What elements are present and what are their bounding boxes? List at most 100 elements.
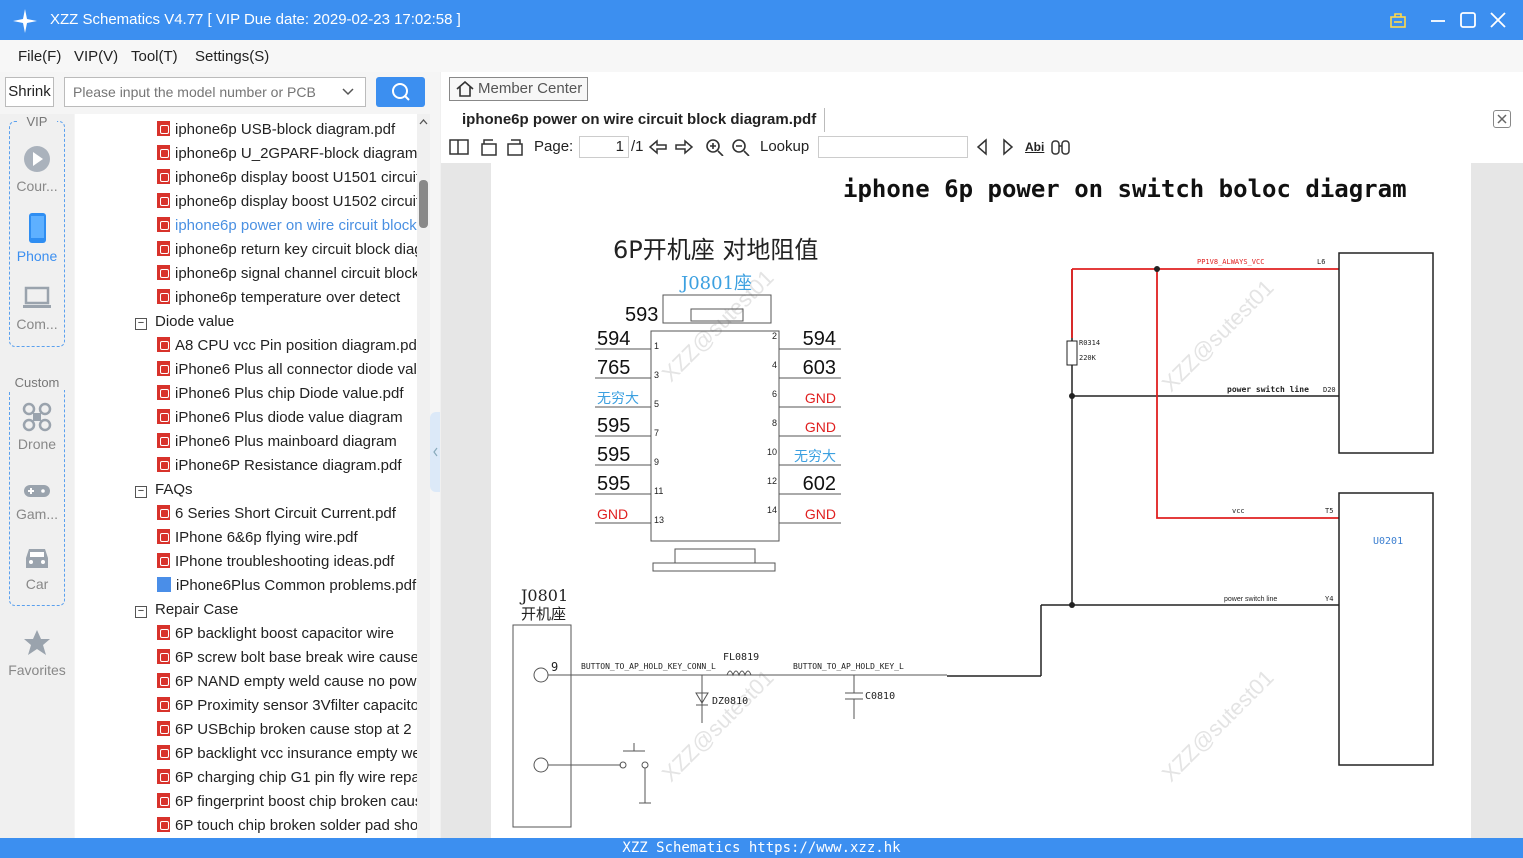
tree-file[interactable]: 6 Series Short Circuit Current.pdf	[157, 502, 417, 526]
window-title: XZZ Schematics V4.77 [ VIP Due date: 202…	[50, 11, 461, 28]
collapse-folder-icon[interactable]: −	[135, 318, 147, 330]
tree-folder[interactable]: − Diode value	[135, 310, 417, 334]
nav-phone[interactable]: Phone	[0, 212, 74, 264]
search-input[interactable]	[73, 84, 333, 100]
search-button[interactable]	[376, 77, 425, 107]
u0201-label: U0201	[1373, 536, 1403, 547]
nav-car[interactable]: Car	[0, 544, 74, 592]
nav-drone[interactable]: Drone	[0, 402, 74, 452]
find-next-icon[interactable]	[1000, 138, 1016, 156]
prev-page-icon[interactable]	[648, 138, 668, 156]
left-pin-number: 7	[654, 428, 659, 438]
right-pin-values: 594 2 603 4 GND 6 GND 8 无穷大 10 602 12 GND 14	[767, 328, 841, 524]
pdf-file-icon	[157, 409, 170, 424]
tree-file[interactable]: IPhone 6&6p flying wire.pdf	[157, 526, 417, 550]
tree-file[interactable]: iphone6p USB-block diagram.pdf	[157, 118, 417, 142]
tree-file[interactable]: iphone6p display boost U1501 circuit	[157, 166, 417, 190]
sidebar-toggle-icon[interactable]	[449, 138, 469, 156]
chevron-down-icon[interactable]	[341, 78, 355, 116]
menu-vip[interactable]: VIP(V)	[74, 48, 118, 65]
collapse-folder-icon[interactable]: −	[135, 606, 147, 618]
find-prev-icon[interactable]	[974, 138, 990, 156]
document-viewer[interactable]: XZZ@sutest01 XZZ@sutest01 XZZ@sutest01 X…	[441, 163, 1523, 838]
page-input[interactable]: 1	[579, 136, 629, 158]
watermark-3: XZZ@sutest01	[657, 665, 779, 787]
rotate-left-icon[interactable]	[479, 138, 499, 156]
tree-row-label: Diode value	[155, 313, 235, 330]
tree-file[interactable]: iphone6p power on wire circuit block	[157, 214, 417, 238]
nav-favorites[interactable]: Favorites	[0, 628, 74, 678]
pdf-file-icon	[157, 721, 170, 736]
member-center-button[interactable]: Member Center	[449, 77, 588, 101]
net-conn-label: BUTTON_TO_AP_HOLD_KEY_CONN_L	[581, 662, 716, 671]
minimize-button[interactable]	[1426, 8, 1450, 32]
app-logo-icon	[13, 9, 37, 33]
right-pin-value: 无穷大	[794, 448, 836, 464]
left-pin-number: 13	[654, 515, 664, 525]
scroll-up-icon[interactable]	[417, 116, 430, 128]
tree-file[interactable]: 6P Proximity sensor 3Vfilter capacitor	[157, 694, 417, 718]
vcc-label: vcc	[1232, 507, 1245, 515]
tree-file[interactable]: 6P fingerprint boost chip broken cause	[157, 790, 417, 814]
tree-file[interactable]: iPhone6 Plus mainboard diagram	[157, 430, 417, 454]
left-pin-number: 1	[654, 341, 659, 351]
lookup-input[interactable]	[818, 136, 968, 158]
zoom-out-icon[interactable]	[731, 138, 751, 156]
lock-icon[interactable]	[1386, 8, 1410, 32]
nav-computer[interactable]: Com...	[0, 284, 74, 332]
tree-file[interactable]: 6P screw bolt base break wire cause	[157, 646, 417, 670]
tree-file[interactable]: iphone6p return key circuit block diagra…	[157, 238, 417, 262]
tree-row-label: iPhone6 Plus mainboard diagram	[175, 433, 397, 450]
tree-file[interactable]: iPhone6 Plus diode value diagram	[157, 406, 417, 430]
right-pin-value: GND	[805, 506, 836, 522]
maximize-button[interactable]	[1456, 8, 1480, 32]
l6-label: L6	[1317, 258, 1325, 266]
tree-scrollbar[interactable]	[417, 114, 430, 838]
right-pin-value: 594	[803, 328, 836, 350]
match-case-icon[interactable]: Abi	[1025, 140, 1044, 154]
tree-row-label: iPhone6 Plus diode value diagram	[175, 409, 403, 426]
tree-file[interactable]: iPhone6P Resistance diagram.pdf	[157, 454, 417, 478]
left-pin-value: 无穷大	[597, 390, 639, 406]
nav-courses[interactable]: Cour...	[0, 144, 74, 194]
nav-game[interactable]: Gam...	[0, 480, 74, 522]
status-bar: XZZ Schematics https://www.xzz.hk	[0, 838, 1523, 858]
right-pin-number: 12	[767, 476, 777, 486]
pdf-file-icon	[157, 745, 170, 760]
find-all-icon[interactable]	[1050, 138, 1072, 156]
rotate-right-icon[interactable]	[505, 138, 525, 156]
tree-file[interactable]: iphone6p signal channel circuit block	[157, 262, 417, 286]
tree-file[interactable]: iPhone6Plus Common problems.pdf	[157, 574, 417, 598]
menu-file[interactable]: File(F)	[18, 48, 61, 65]
scrollbar-thumb[interactable]	[419, 180, 428, 228]
document-tab[interactable]: iphone6p power on wire circuit block dia…	[449, 108, 825, 132]
menu-settings[interactable]: Settings(S)	[195, 48, 269, 65]
next-page-icon[interactable]	[674, 138, 694, 156]
tree-file[interactable]: iphone6p U_2GPARF-block diagram	[157, 142, 417, 166]
tree-file[interactable]: iPhone6 Plus all connector diode value	[157, 358, 417, 382]
tree-file[interactable]: A8 CPU vcc Pin position diagram.pdf	[157, 334, 417, 358]
tree-file[interactable]: iPhone6 Plus chip Diode value.pdf	[157, 382, 417, 406]
tree-file[interactable]: iphone6p temperature over detect	[157, 286, 417, 310]
tree-file[interactable]: 6P USBchip broken cause stop at 2	[157, 718, 417, 742]
connector-label: J0801座	[679, 273, 752, 294]
close-tab-icon[interactable]	[1493, 110, 1511, 128]
tree-folder[interactable]: − FAQs	[135, 478, 417, 502]
left-pin-value: 765	[597, 357, 630, 379]
close-button[interactable]	[1486, 8, 1510, 32]
tree-row-label: iphone6p power on wire circuit block	[175, 217, 417, 234]
tree-file[interactable]: IPhone troubleshooting ideas.pdf	[157, 550, 417, 574]
tree-file[interactable]: 6P backlight boost capacitor wire	[157, 622, 417, 646]
zoom-in-icon[interactable]	[705, 138, 725, 156]
shrink-button[interactable]: Shrink	[5, 77, 54, 107]
tree-file[interactable]: 6P touch chip broken solder pad short	[157, 814, 417, 838]
tree-file[interactable]: 6P charging chip G1 pin fly wire repair	[157, 766, 417, 790]
collapse-panel-handle[interactable]	[430, 412, 440, 492]
tree-file[interactable]: iphone6p display boost U1502 circuit	[157, 190, 417, 214]
tree-folder[interactable]: − Repair Case	[135, 598, 417, 622]
collapse-folder-icon[interactable]: −	[135, 486, 147, 498]
tree-file[interactable]: 6P backlight vcc insurance empty weld	[157, 742, 417, 766]
menu-tool[interactable]: Tool(T)	[131, 48, 178, 65]
tree-file[interactable]: 6P NAND empty weld cause no power	[157, 670, 417, 694]
pdf-file-icon	[157, 121, 170, 136]
